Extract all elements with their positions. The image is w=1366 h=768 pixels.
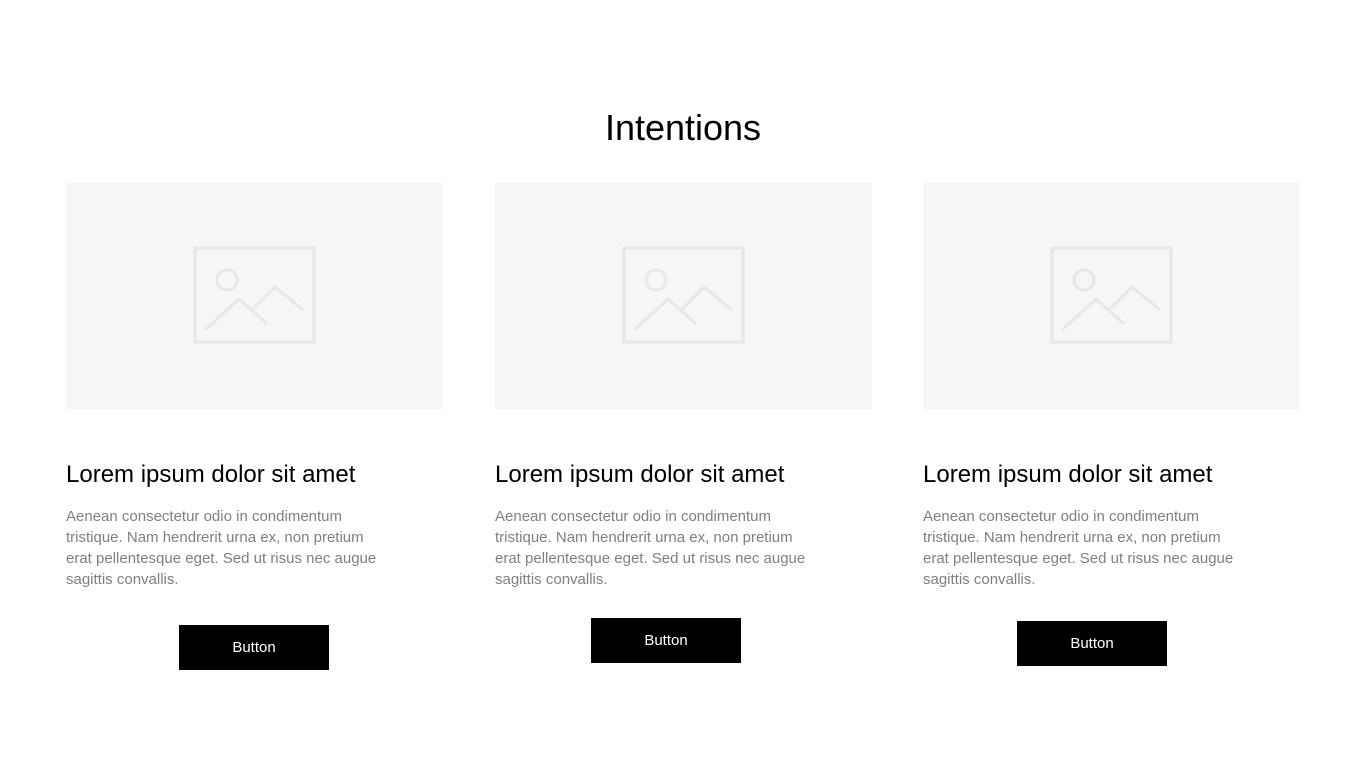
card-image (923, 183, 1300, 409)
card-image (66, 183, 443, 409)
card-2: Lorem ipsum dolor sit amet Aenean consec… (495, 183, 872, 663)
section-title: Intentions (604, 107, 762, 148)
image-placeholder-icon (622, 246, 745, 344)
card-text: Aenean consectetur odio in condimentum t… (66, 508, 377, 588)
image-placeholder-icon (1050, 246, 1173, 344)
card-button[interactable]: Button (179, 625, 329, 670)
card-1: Lorem ipsum dolor sit amet Aenean consec… (66, 183, 443, 670)
card-image (495, 183, 872, 409)
card-title: Lorem ipsum dolor sit amet (66, 461, 356, 488)
image-placeholder-icon (193, 246, 316, 344)
card-button[interactable]: Button (591, 618, 741, 663)
card-title: Lorem ipsum dolor sit amet (495, 461, 785, 488)
card-button[interactable]: Button (1017, 621, 1167, 666)
card-text: Aenean consectetur odio in condimentum t… (495, 508, 806, 588)
card-text: Aenean consectetur odio in condimentum t… (923, 508, 1234, 588)
card-3: Lorem ipsum dolor sit amet Aenean consec… (923, 183, 1300, 666)
card-title: Lorem ipsum dolor sit amet (923, 461, 1213, 488)
